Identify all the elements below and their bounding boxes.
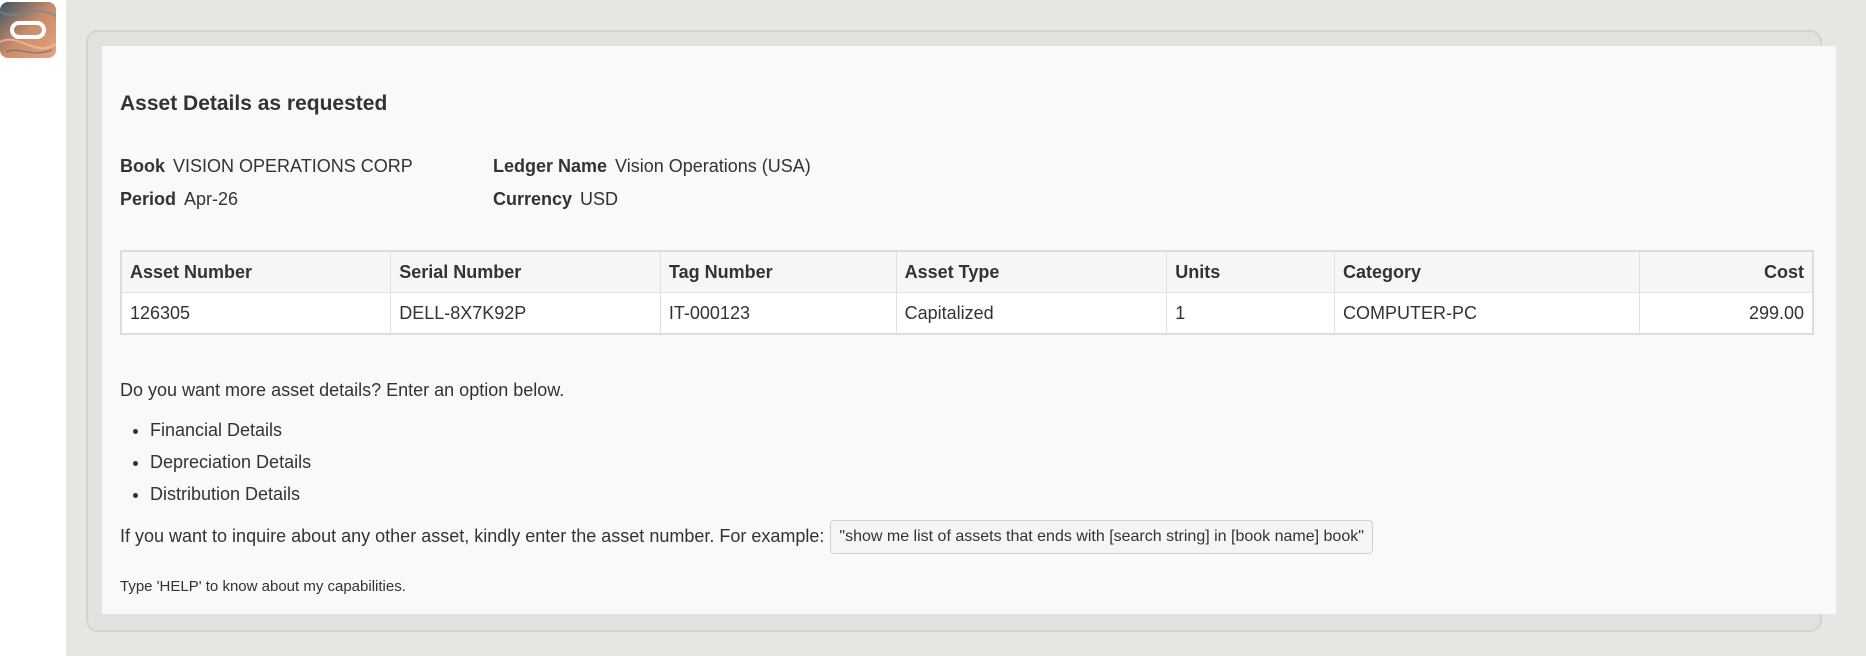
cell-serial-number: DELL-8X7K92P [390, 292, 661, 335]
option-list: Financial Details Depreciation Details D… [120, 414, 311, 510]
header-category: Category [1334, 250, 1640, 293]
more-details-prompt: Do you want more asset details? Enter an… [120, 380, 565, 400]
inquire-line: If you want to inquire about any other a… [120, 520, 1373, 554]
currency-label: Currency [493, 189, 573, 209]
bot-message-bubble: Asset Details as requested Book VISION OP… [102, 46, 1836, 614]
header-asset-type: Asset Type [895, 250, 1168, 293]
left-rail [0, 0, 66, 656]
book-label: Book [120, 156, 165, 176]
book-value: VISION OPERATIONS CORP [173, 156, 413, 176]
help-hint: Type 'HELP' to know about my capabilitie… [120, 578, 406, 595]
inquire-text: If you want to inquire about any other a… [120, 525, 825, 546]
example-query-chip[interactable]: "show me list of assets that ends with [… [830, 520, 1373, 554]
cell-category: COMPUTER-PC [1334, 292, 1640, 335]
header-tag-number: Tag Number [659, 250, 897, 293]
cell-units: 1 [1166, 292, 1336, 335]
header-serial-number: Serial Number [390, 250, 661, 293]
cell-tag-number: IT-000123 [659, 292, 897, 335]
period-field: Period Apr-26 [120, 189, 238, 210]
option-financial-details[interactable]: Financial Details [150, 414, 311, 446]
message-title: Asset Details as requested [120, 92, 388, 115]
bot-avatar-icon [0, 2, 56, 58]
book-field: Book VISION OPERATIONS CORP [120, 156, 413, 177]
period-value: Apr-26 [184, 189, 239, 209]
header-units: Units [1166, 250, 1336, 293]
cell-cost: 299.00 [1638, 292, 1814, 335]
chat-stage: Asset Details as requested Book VISION OP… [66, 0, 1866, 656]
header-asset-number: Asset Number [120, 250, 392, 293]
ledger-value: Vision Operations (USA) [615, 156, 811, 176]
cell-asset-type: Capitalized [895, 292, 1168, 335]
cell-asset-number: 126305 [120, 292, 392, 335]
option-distribution-details[interactable]: Distribution Details [150, 478, 311, 510]
table-header-row: Asset Number Serial Number Tag Number As… [120, 250, 1814, 293]
currency-value: USD [580, 189, 619, 209]
ledger-label: Ledger Name [493, 156, 608, 176]
header-cost: Cost [1638, 250, 1814, 293]
asset-table: Asset Number Serial Number Tag Number As… [120, 250, 1814, 335]
ledger-field: Ledger Name Vision Operations (USA) [493, 156, 811, 177]
currency-field: Currency USD [493, 189, 618, 210]
table-row: 126305 DELL-8X7K92P IT-000123 Capitalize… [120, 292, 1814, 335]
option-depreciation-details[interactable]: Depreciation Details [150, 446, 311, 478]
period-label: Period [120, 189, 177, 209]
